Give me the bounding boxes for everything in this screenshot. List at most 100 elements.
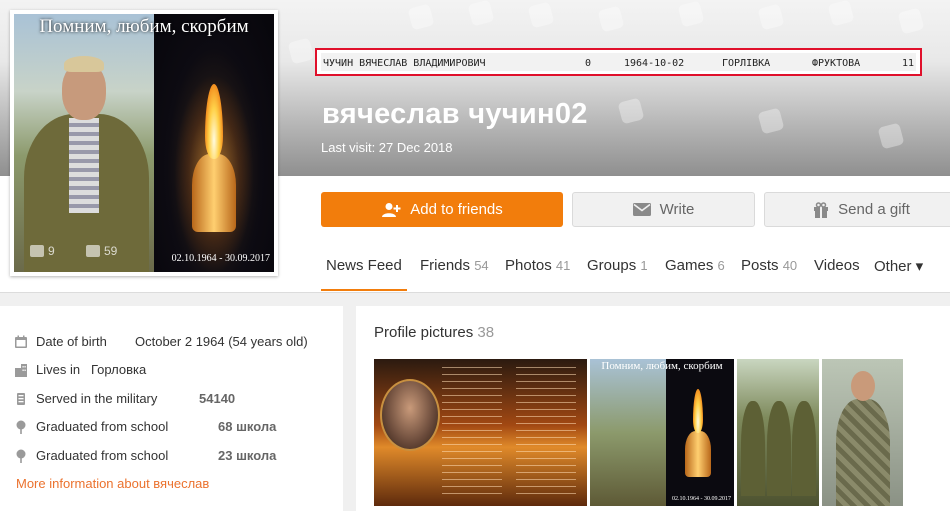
tab-label: News Feed: [326, 257, 402, 274]
tab-posts[interactable]: Posts 40: [741, 257, 797, 274]
banner-decoration: [897, 7, 925, 35]
record-house: 11: [902, 58, 915, 69]
tab-other[interactable]: Other ▾: [874, 257, 923, 275]
profile-picture-thumb[interactable]: [822, 359, 903, 506]
banner-decoration: [527, 1, 555, 29]
avatar-dates: 02.10.1964 - 30.09.2017: [171, 253, 270, 264]
candle: [192, 154, 236, 232]
profile-picture-thumb[interactable]: Помним, любим, скорбим 02.10.1964 - 30.0…: [590, 359, 734, 506]
tab-label: Videos: [814, 257, 860, 274]
thumb-caption: Помним, любим, скорбим: [601, 360, 723, 372]
record-street: ФРУКТОВА: [812, 58, 861, 69]
info-label: Served in the military: [36, 391, 158, 406]
poem-text-block: [442, 367, 502, 497]
divider: [0, 292, 950, 293]
profile-picture-thumb[interactable]: [737, 359, 819, 506]
group-figure: [741, 401, 765, 496]
avatar-figure-hair: [64, 56, 104, 72]
info-row-lives-in: Lives in Горловка: [14, 362, 146, 377]
banner-decoration: [467, 0, 495, 27]
banner-decoration: [677, 0, 705, 28]
profile-name: вячеслав чучин02: [322, 98, 588, 130]
tab-groups[interactable]: Groups 1: [587, 257, 648, 274]
info-row-school-2: Graduated from school 23 школа: [14, 448, 276, 463]
comments-count: 9: [48, 244, 55, 258]
tab-label: Photos: [505, 257, 552, 274]
group-figure: [792, 401, 816, 496]
banner-decoration: [597, 5, 625, 33]
thumb-photo-left: [590, 359, 666, 506]
send-gift-label: Send a gift: [838, 201, 910, 218]
tab-photos[interactable]: Photos 41: [505, 257, 570, 274]
tab-label: Groups: [587, 257, 637, 274]
tab-count: 41: [555, 258, 571, 273]
avatar-caption: Помним, любим, скорбим: [39, 16, 249, 37]
tab-games[interactable]: Games 6: [665, 257, 725, 274]
info-label: Graduated from school: [36, 419, 169, 434]
candle: [685, 431, 711, 477]
tab-videos[interactable]: Videos: [814, 257, 860, 274]
candle-flame: [693, 389, 703, 433]
last-visit: Last visit: 27 Dec 2018: [321, 140, 453, 155]
tab-label: Games: [665, 257, 714, 274]
info-value[interactable]: 54140: [199, 391, 235, 406]
record-flag: 0: [585, 58, 592, 69]
tab-friends[interactable]: Friends 54: [420, 257, 489, 274]
info-row-military: Served in the military 54140: [14, 391, 235, 406]
banner-decoration: [617, 97, 645, 125]
profile-pictures-title[interactable]: Profile pictures 38: [374, 324, 494, 341]
thumbs-up-icon: [86, 245, 100, 257]
gift-icon: [814, 201, 829, 218]
tab-count: 6: [717, 258, 725, 273]
tab-label: Other ▾: [874, 258, 924, 275]
info-value[interactable]: 23 школа: [218, 448, 276, 463]
avatar[interactable]: Помним, любим, скорбим 02.10.1964 - 30.0…: [10, 10, 278, 276]
likes-count: 59: [104, 244, 118, 258]
avatar-comments[interactable]: 9: [30, 244, 55, 258]
portrait-medallion: [380, 379, 440, 451]
banner-decoration: [407, 3, 435, 31]
banner-decoration: [287, 37, 315, 65]
building-icon: [15, 363, 27, 377]
add-to-friends-button[interactable]: Add to friends: [321, 192, 563, 227]
tab-label: Friends: [420, 257, 471, 274]
tab-news-feed[interactable]: News Feed: [326, 257, 402, 274]
group-figure: [767, 401, 791, 496]
write-label: Write: [659, 201, 695, 218]
info-value[interactable]: 68 школа: [218, 419, 276, 434]
info-value: October 2 1964 (54 years old): [135, 334, 308, 349]
banner-decoration: [757, 3, 785, 31]
camo-figure-body: [836, 399, 890, 506]
banner-decoration: [827, 0, 855, 27]
more-info-link[interactable]: More information about вячеслав: [16, 476, 209, 491]
info-label: Date of birth: [36, 334, 107, 349]
avatar-figure-shirt: [69, 118, 99, 213]
info-row-birth: Date of birth October 2 1964 (54 years o…: [14, 334, 308, 349]
profile-picture-thumb[interactable]: [374, 359, 587, 506]
military-badge-icon: [17, 392, 25, 405]
record-birth-date: 1964-10-02: [624, 58, 685, 69]
comment-icon: [30, 245, 44, 257]
tab-count: 54: [474, 258, 489, 273]
calendar-icon: [15, 335, 27, 348]
record-name: ЧУЧИН ВЯЧЕСЛАВ ВЛАДИМИРОВИЧ: [323, 58, 486, 69]
avatar-image[interactable]: Помним, любим, скорбим 02.10.1964 - 30.0…: [14, 14, 274, 272]
tab-count: 1: [640, 258, 648, 273]
info-row-school-1: Graduated from school 68 школа: [14, 419, 276, 434]
info-value[interactable]: Горловка: [91, 362, 146, 377]
banner-decoration: [877, 122, 905, 150]
info-label: Graduated from school: [36, 448, 169, 463]
send-gift-button[interactable]: Send a gift: [764, 192, 950, 227]
avatar-likes[interactable]: 59: [86, 244, 117, 258]
write-button[interactable]: Write: [572, 192, 755, 227]
poem-text-block: [516, 367, 576, 497]
active-tab-indicator: [321, 289, 407, 291]
add-to-friends-label: Add to friends: [410, 201, 503, 218]
tab-label: Posts: [741, 257, 779, 274]
camo-figure-head: [851, 371, 875, 401]
school-pin-icon: [16, 420, 26, 434]
section-title: Profile pictures: [374, 324, 474, 341]
thumb-dates: 02.10.1964 - 30.09.2017: [672, 496, 731, 502]
highlighted-record: ЧУЧИН ВЯЧЕСЛАВ ВЛАДИМИРОВИЧ 0 1964-10-02…: [315, 48, 922, 76]
section-count: 38: [477, 324, 495, 341]
